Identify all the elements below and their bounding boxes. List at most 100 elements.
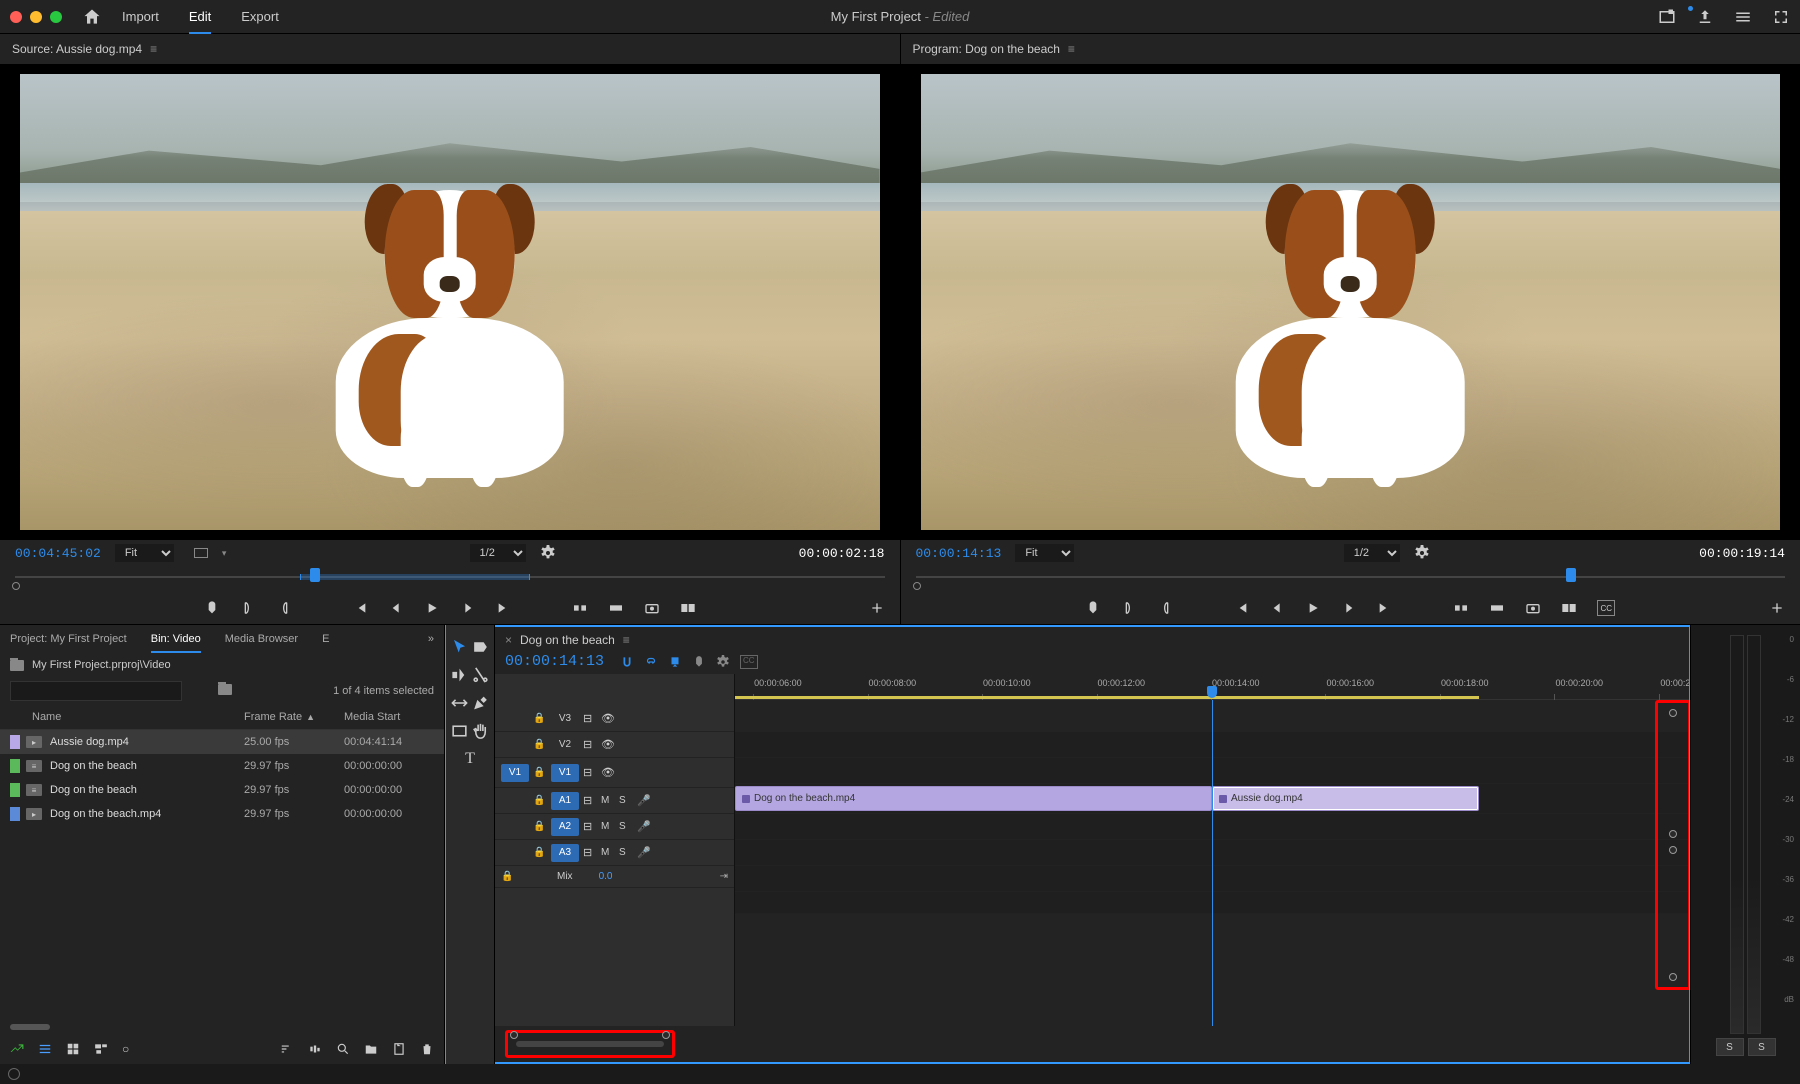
column-name[interactable]: Name: [10, 711, 244, 723]
step-forward-icon[interactable]: [1341, 600, 1357, 616]
clip-fx-icon[interactable]: [1219, 795, 1227, 803]
status-icon[interactable]: [8, 1068, 20, 1080]
solo-button[interactable]: S: [619, 847, 633, 858]
source-patch[interactable]: [501, 736, 529, 754]
export-frame-icon[interactable]: [1525, 600, 1541, 616]
source-patch[interactable]: [501, 792, 529, 810]
window-minimize-button[interactable]: [30, 11, 42, 23]
source-resolution-button[interactable]: [194, 548, 208, 558]
program-monitor-video[interactable]: [901, 64, 1800, 540]
project-tab-bin[interactable]: Bin: Video: [151, 633, 201, 653]
type-tool[interactable]: T: [460, 749, 480, 769]
project-item[interactable]: ≡ Dog on the beach 29.97 fps 00:00:00:00: [0, 778, 444, 802]
sync-lock-icon[interactable]: ⊟: [583, 766, 597, 779]
add-marker-icon[interactable]: [204, 600, 220, 616]
clip-fx-icon[interactable]: [742, 795, 750, 803]
sync-lock-icon[interactable]: ⊟: [583, 738, 597, 751]
toggle-output-icon[interactable]: 👁: [601, 738, 615, 751]
project-h-scrollbar[interactable]: [0, 1024, 444, 1034]
mute-button[interactable]: M: [601, 847, 615, 858]
program-scrubber[interactable]: [901, 566, 1800, 592]
lift-icon[interactable]: [1453, 600, 1469, 616]
comparison-view-icon[interactable]: [680, 600, 696, 616]
program-panel-menu-icon[interactable]: ≡: [1068, 42, 1075, 56]
ripple-edit-tool[interactable]: [450, 665, 469, 685]
solo-right-button[interactable]: S: [1748, 1038, 1776, 1056]
project-item[interactable]: ≡ Dog on the beach 29.97 fps 00:00:00:00: [0, 754, 444, 778]
work-area-bar[interactable]: [735, 696, 1479, 699]
audio-meter-bars[interactable]: 0-6-12-18-24-30-36-42-48dB: [1695, 635, 1796, 1034]
list-view-icon[interactable]: [38, 1042, 52, 1056]
project-search-input[interactable]: [10, 681, 182, 701]
step-back-icon[interactable]: [1269, 600, 1285, 616]
voice-over-icon[interactable]: 🎤: [637, 794, 651, 807]
source-scale-select[interactable]: 1/2: [470, 544, 526, 562]
playhead-handle[interactable]: [1207, 686, 1217, 698]
go-to-out-icon[interactable]: [496, 600, 512, 616]
sequence-close-icon[interactable]: ×: [505, 633, 512, 647]
freeform-view-icon[interactable]: [94, 1042, 108, 1056]
export-frame-icon[interactable]: [644, 600, 660, 616]
source-patch[interactable]: V1: [501, 764, 529, 782]
overwrite-icon[interactable]: [608, 600, 624, 616]
timeline-clip[interactable]: Aussie dog.mp4: [1212, 786, 1479, 811]
mix-value[interactable]: 0.0: [599, 871, 613, 882]
track-label[interactable]: A2: [551, 818, 579, 836]
toggle-output-icon[interactable]: 👁: [601, 712, 615, 725]
comparison-view-icon[interactable]: [1561, 600, 1577, 616]
source-timecode-left[interactable]: 00:04:45:02: [15, 546, 101, 561]
hand-tool[interactable]: [471, 721, 490, 741]
v-zoom-handle-top[interactable]: [1669, 709, 1677, 717]
automate-to-sequence-icon[interactable]: [308, 1042, 322, 1056]
project-path-text[interactable]: My First Project.prproj\Video: [32, 659, 171, 671]
h-zoom-handle-left[interactable]: [510, 1031, 518, 1039]
sequence-name[interactable]: Dog on the beach: [520, 633, 615, 647]
pen-tool[interactable]: [471, 693, 490, 713]
cc-icon[interactable]: CC: [1597, 600, 1615, 616]
lock-icon[interactable]: 🔒: [533, 739, 547, 750]
workspace-tab-export[interactable]: Export: [241, 9, 279, 25]
new-bin-icon[interactable]: [364, 1042, 378, 1056]
solo-button[interactable]: S: [619, 821, 633, 832]
workspace-tab-import[interactable]: Import: [122, 9, 159, 25]
quick-export-icon[interactable]: [1658, 8, 1676, 26]
sync-lock-icon[interactable]: ⊟: [583, 846, 597, 859]
tracks-area[interactable]: 00:00:06:00 00:00:08:00 00:00:10:00 00:0…: [735, 674, 1689, 1026]
timeline-clip[interactable]: Dog on the beach.mp4: [735, 786, 1212, 811]
timeline-marker-icon[interactable]: [692, 655, 706, 669]
create-bin-button[interactable]: [218, 684, 232, 698]
timeline-timecode[interactable]: 00:00:14:13: [505, 653, 604, 670]
sync-lock-icon[interactable]: ⊟: [583, 794, 597, 807]
mark-out-icon[interactable]: [1157, 600, 1173, 616]
track-select-tool[interactable]: [471, 637, 490, 657]
source-res-dropdown-icon[interactable]: ▾: [222, 548, 227, 559]
track-header-a2[interactable]: 🔒 A2 ⊟ M S 🎤: [495, 814, 734, 840]
lock-icon[interactable]: 🔒: [501, 871, 515, 882]
voice-over-icon[interactable]: 🎤: [637, 820, 651, 833]
solo-left-button[interactable]: S: [1716, 1038, 1744, 1056]
column-media-start[interactable]: Media Start: [344, 711, 434, 723]
window-maximize-button[interactable]: [50, 11, 62, 23]
project-item[interactable]: ▸ Dog on the beach.mp4 29.97 fps 00:00:0…: [0, 802, 444, 826]
track-header-a1[interactable]: 🔒 A1 ⊟ M S 🎤: [495, 788, 734, 814]
home-button[interactable]: [82, 7, 102, 27]
go-to-in-icon[interactable]: [1233, 600, 1249, 616]
project-tab-e[interactable]: E: [322, 633, 329, 645]
razor-tool[interactable]: [471, 665, 490, 685]
timeline-settings-icon[interactable]: [716, 655, 730, 669]
source-fit-select[interactable]: Fit: [115, 544, 174, 562]
project-item[interactable]: ▸ Aussie dog.mp4 25.00 fps 00:04:41:14: [0, 730, 444, 754]
h-zoom-handle-right[interactable]: [662, 1031, 670, 1039]
write-target-icon[interactable]: [10, 1042, 24, 1056]
step-forward-icon[interactable]: [460, 600, 476, 616]
step-back-icon[interactable]: [388, 600, 404, 616]
button-editor-icon[interactable]: [869, 600, 885, 616]
icon-view-icon[interactable]: [66, 1042, 80, 1056]
mark-in-icon[interactable]: [240, 600, 256, 616]
solo-button[interactable]: S: [619, 795, 633, 806]
track-header-v2[interactable]: 🔒 V2 ⊟ 👁: [495, 732, 734, 758]
program-fit-select[interactable]: Fit: [1015, 544, 1074, 562]
v-zoom-handle-mid2[interactable]: [1669, 846, 1677, 854]
track-label[interactable]: V1: [551, 764, 579, 782]
sort-icon[interactable]: [280, 1042, 294, 1056]
